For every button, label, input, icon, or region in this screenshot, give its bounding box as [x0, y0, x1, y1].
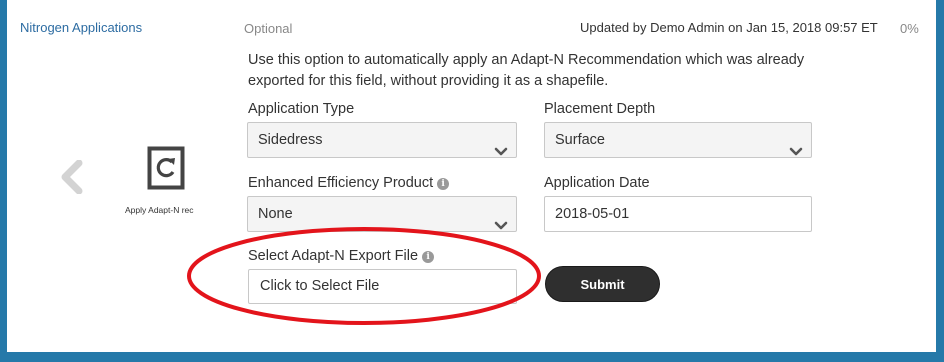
application-type-value: Sidedress: [258, 132, 323, 148]
option-description: Use this option to automatically apply a…: [248, 52, 805, 89]
enhanced-efficiency-label: Enhanced Efficiency Product i: [248, 175, 450, 191]
enhanced-efficiency-select[interactable]: None: [247, 196, 517, 232]
refresh-document-icon[interactable]: [147, 146, 185, 195]
application-type-select[interactable]: Sidedress: [247, 122, 517, 158]
chevron-down-icon: [494, 210, 508, 244]
info-icon[interactable]: i: [437, 178, 450, 190]
chevron-down-icon: [494, 136, 508, 170]
chevron-down-icon: [789, 136, 803, 170]
export-file-label-text: Select Adapt-N Export File: [248, 248, 419, 264]
application-date-label: Application Date: [544, 175, 650, 191]
export-file-label: Select Adapt-N Export File i: [248, 248, 435, 264]
updated-info: Updated by Demo Admin on Jan 15, 2018 09…: [580, 20, 878, 35]
placement-depth-select[interactable]: Surface: [544, 122, 812, 158]
enhanced-efficiency-label-text: Enhanced Efficiency Product: [248, 175, 434, 191]
placement-depth-value: Surface: [555, 132, 605, 148]
info-icon[interactable]: i: [422, 251, 435, 263]
completion-percent: 0%: [900, 21, 919, 36]
application-type-label: Application Type: [248, 101, 355, 117]
section-title[interactable]: Nitrogen Applications: [20, 20, 142, 35]
export-file-picker[interactable]: Click to Select File: [248, 269, 517, 304]
chevron-left-icon[interactable]: [59, 159, 85, 199]
application-date-input[interactable]: 2018-05-01: [544, 196, 812, 232]
apply-adapt-n-caption: Apply Adapt-N rec: [125, 205, 194, 215]
nitrogen-applications-panel: Nitrogen Applications Optional Updated b…: [7, 0, 936, 352]
enhanced-efficiency-value: None: [258, 206, 293, 222]
optional-label: Optional: [244, 21, 293, 36]
placement-depth-label: Placement Depth: [544, 101, 656, 117]
submit-button[interactable]: Submit: [545, 266, 660, 302]
